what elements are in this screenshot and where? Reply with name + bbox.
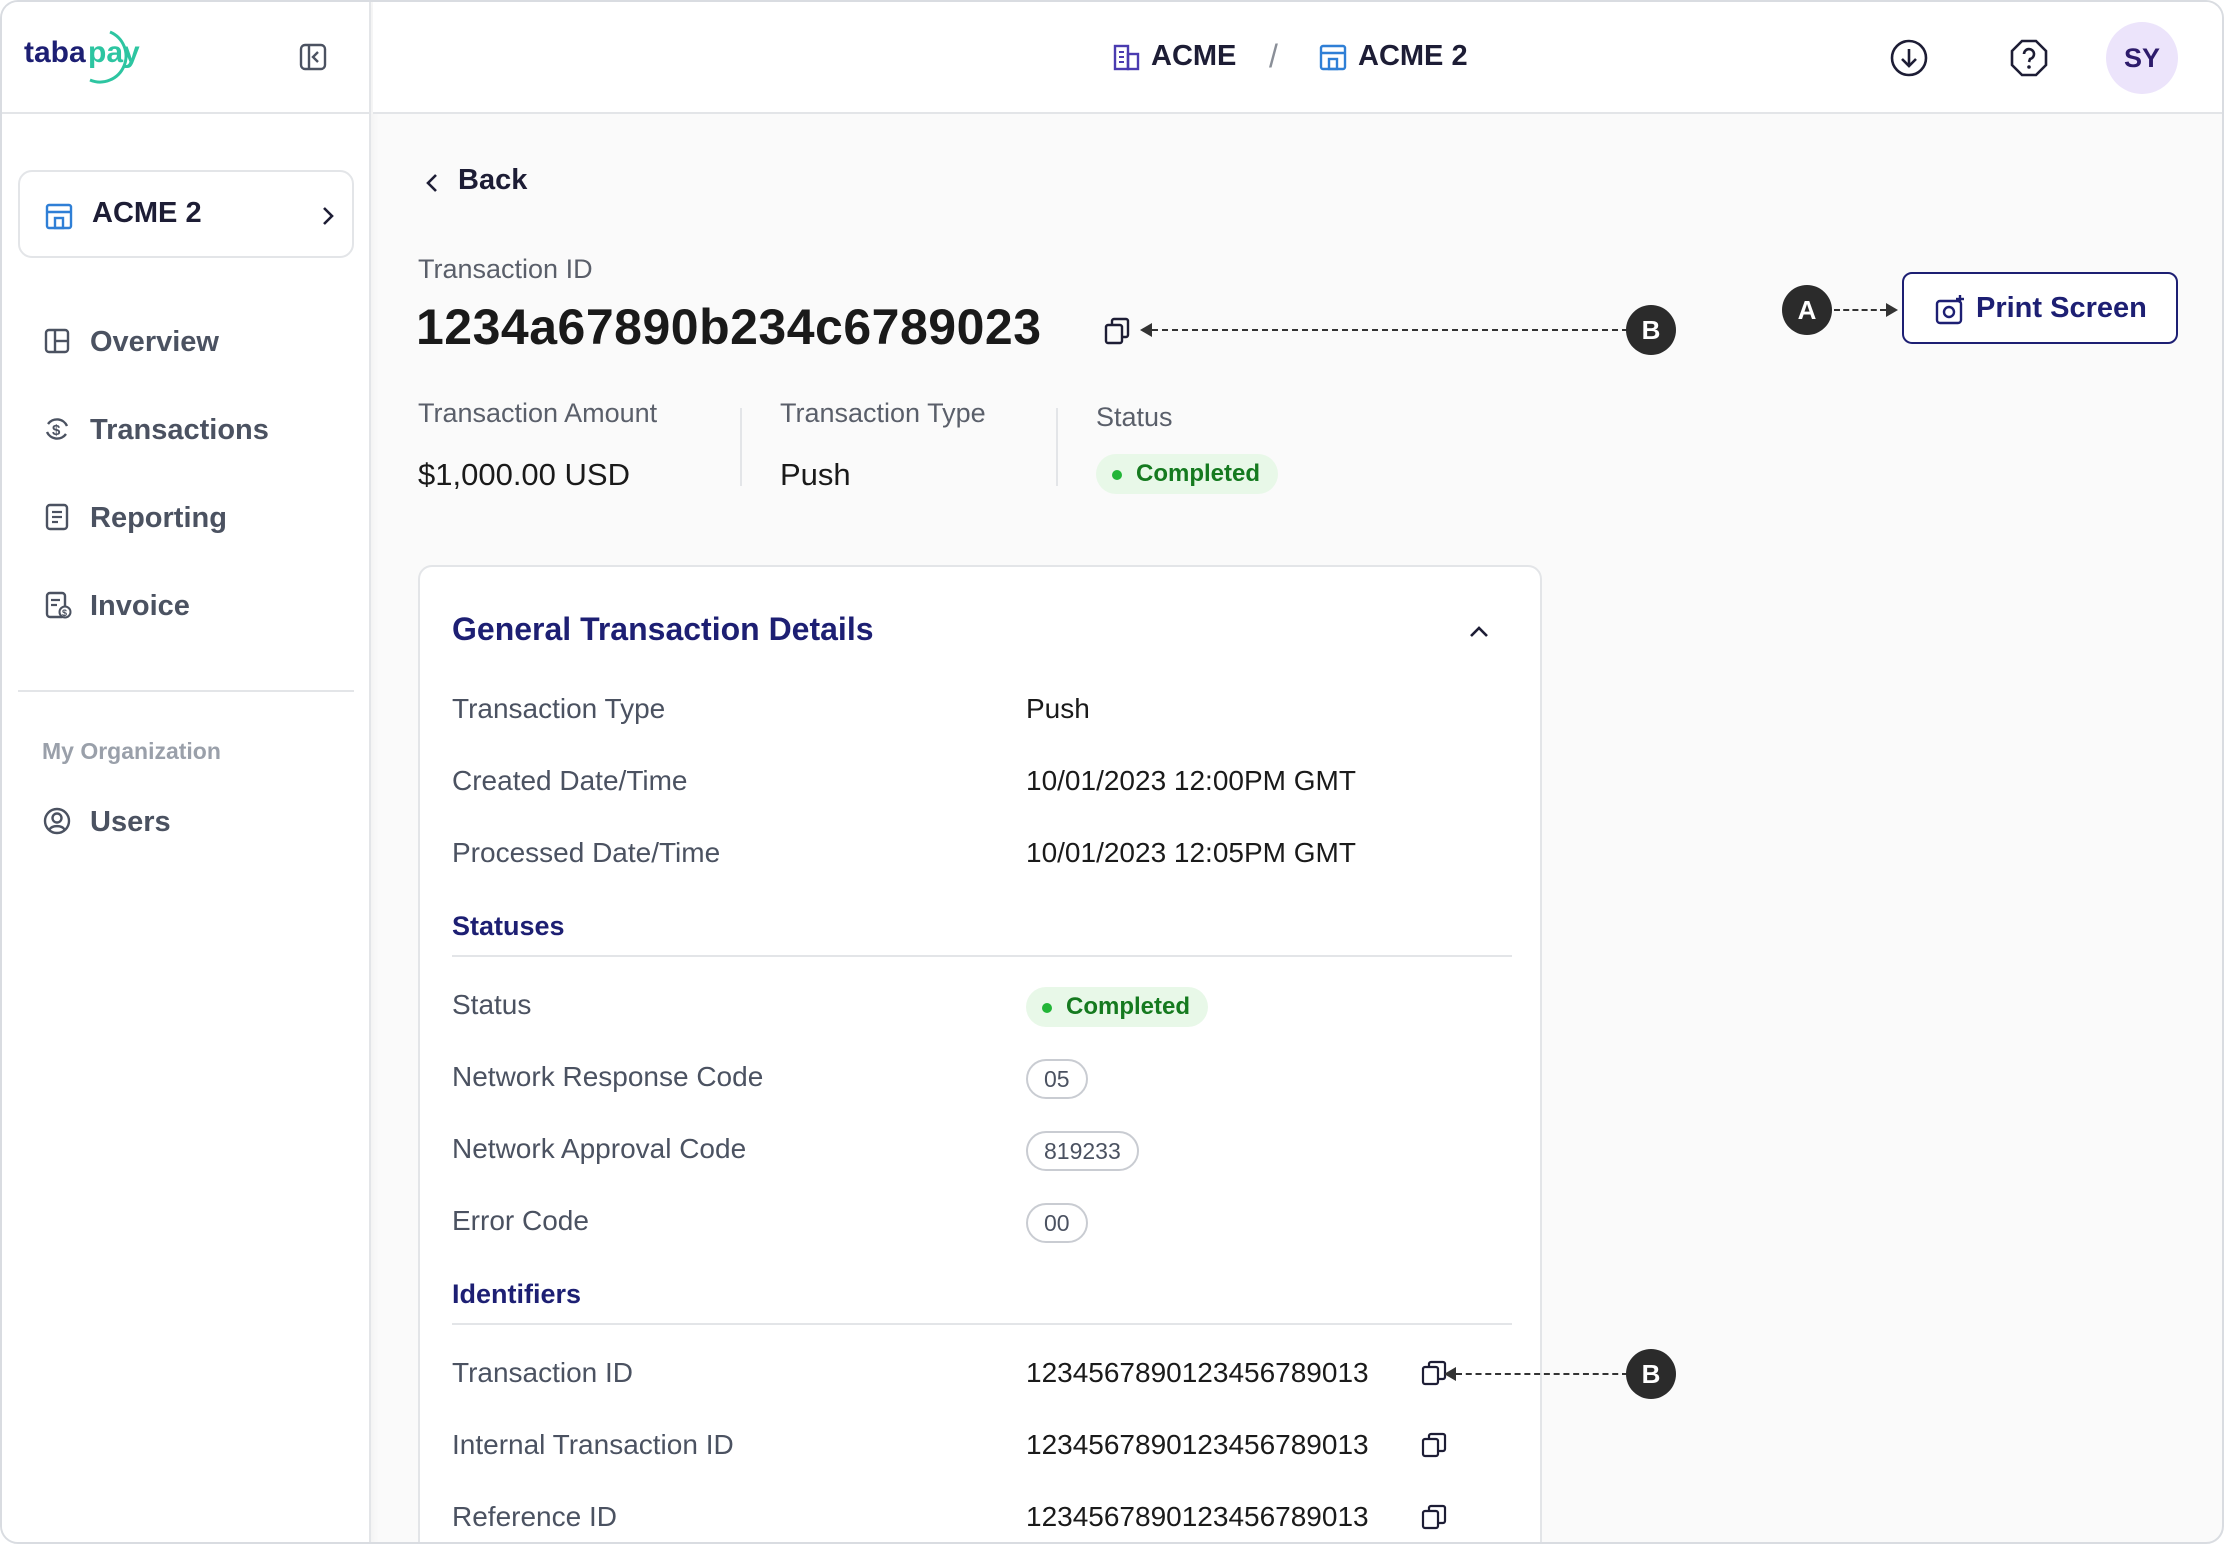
amount-label: Transaction Amount bbox=[418, 398, 658, 428]
building-icon bbox=[1113, 44, 1140, 71]
detail-label: Error Code bbox=[452, 1205, 589, 1236]
detail-label: Created Date/Time bbox=[452, 765, 688, 796]
detail-label: Transaction Type bbox=[452, 693, 666, 724]
svg-text:$: $ bbox=[52, 422, 61, 439]
breadcrumb-acme-2[interactable]: ACME 2 bbox=[1318, 36, 1478, 78]
section-title-identifiers: Identifiers bbox=[452, 1279, 582, 1309]
chevron-right-icon bbox=[323, 207, 334, 225]
amount-value: $1,000.00 USD bbox=[418, 457, 630, 492]
detail-label: Internal Transaction ID bbox=[452, 1429, 734, 1460]
detail-label: Transaction ID bbox=[452, 1357, 634, 1388]
sidebar-item-transactions[interactable]: $ Transactions bbox=[38, 404, 338, 454]
back-label: Back bbox=[458, 164, 528, 196]
org-switcher[interactable]: ACME 2 bbox=[18, 170, 354, 258]
invoice-icon: $ bbox=[45, 591, 72, 619]
help-icon[interactable] bbox=[2009, 38, 2049, 78]
camera-plus-icon bbox=[1935, 295, 1964, 325]
status-badge: Completed bbox=[1026, 987, 1209, 1027]
overview-icon bbox=[44, 328, 70, 354]
type-value: Push bbox=[780, 457, 851, 492]
svg-text:taba: taba bbox=[24, 36, 86, 69]
code-pill: 819233 bbox=[1026, 1131, 1139, 1171]
download-icon[interactable] bbox=[1889, 38, 1929, 78]
print-screen-label: Print Screen bbox=[1976, 292, 2147, 324]
section-divider bbox=[452, 1323, 1512, 1325]
chevron-up-icon[interactable] bbox=[1466, 619, 1492, 645]
app-window: taba pay ACME 2 Overview $ Transactions … bbox=[0, 0, 2224, 1544]
print-screen-button[interactable]: Print Screen bbox=[1902, 272, 2178, 344]
section-divider bbox=[452, 955, 1512, 957]
annotation-line bbox=[1834, 309, 1886, 311]
code-pill: 00 bbox=[1026, 1203, 1088, 1243]
status-badge-text: Completed bbox=[1066, 993, 1191, 1020]
status-dot bbox=[1042, 1003, 1052, 1013]
chevron-left-icon bbox=[426, 174, 437, 192]
section-title-statuses: Statuses bbox=[452, 911, 565, 941]
top-header: ACME / ACME 2 SY bbox=[373, 2, 2222, 114]
annotation-arrowhead bbox=[1886, 303, 1898, 317]
breadcrumb-separator: / bbox=[1269, 38, 1278, 74]
sidebar-item-label: Reporting bbox=[90, 502, 227, 534]
detail-label: Network Approval Code bbox=[452, 1133, 747, 1164]
annotation-arrowhead bbox=[1444, 1367, 1456, 1381]
detail-label: Reference ID bbox=[452, 1501, 617, 1532]
sidebar-item-users[interactable]: Users bbox=[38, 796, 338, 846]
org-name: ACME 2 bbox=[92, 197, 202, 229]
breadcrumb-label: ACME bbox=[1151, 40, 1237, 72]
sidebar-item-overview[interactable]: Overview bbox=[38, 316, 338, 366]
annotation-arrowhead bbox=[1140, 323, 1152, 337]
general-transaction-details-card: General Transaction Details Transaction … bbox=[418, 565, 1542, 1542]
copy-icon[interactable] bbox=[1420, 1503, 1448, 1531]
user-icon bbox=[43, 807, 71, 835]
sidebar-item-reporting[interactable]: Reporting bbox=[38, 492, 338, 542]
annotation-line bbox=[1456, 1373, 1628, 1375]
tabapay-logo: taba pay bbox=[24, 30, 140, 84]
annotation-badge-a: A bbox=[1782, 285, 1832, 335]
detail-label: Status bbox=[452, 989, 532, 1020]
logo-row: taba pay bbox=[2, 2, 371, 114]
detail-label: Processed Date/Time bbox=[452, 837, 721, 868]
status-badge: Completed bbox=[1096, 454, 1279, 494]
collapse-sidebar-icon[interactable] bbox=[298, 42, 328, 72]
sidebar-item-invoice[interactable]: $ Invoice bbox=[38, 580, 338, 630]
detail-value: 1234567890123456789013 bbox=[1026, 1501, 1369, 1532]
detail-value: Push bbox=[1026, 693, 1090, 724]
annotation-badge-b: B bbox=[1626, 1349, 1676, 1399]
sidebar-item-label: Invoice bbox=[90, 590, 190, 622]
detail-value: 1234567890123456789013 bbox=[1026, 1429, 1369, 1460]
summary-divider bbox=[740, 408, 742, 486]
store-icon bbox=[45, 203, 73, 230]
detail-label: Network Response Code bbox=[452, 1061, 764, 1092]
breadcrumb-label: ACME 2 bbox=[1358, 40, 1468, 72]
reporting-icon bbox=[45, 503, 69, 531]
sidebar-item-label: Transactions bbox=[90, 414, 269, 446]
transactions-icon: $ bbox=[45, 418, 69, 440]
status-dot bbox=[1112, 470, 1122, 480]
store-icon bbox=[1319, 44, 1347, 71]
sidebar: taba pay ACME 2 Overview $ Transactions … bbox=[2, 2, 371, 1542]
sidebar-divider bbox=[18, 690, 354, 692]
card-title: General Transaction Details bbox=[452, 611, 874, 647]
annotation-line bbox=[1152, 329, 1628, 331]
sidebar-item-label: Overview bbox=[90, 326, 219, 358]
annotation-badge-b: B bbox=[1626, 305, 1676, 355]
detail-value: 1234567890123456789013 bbox=[1026, 1357, 1369, 1388]
summary-divider bbox=[1056, 408, 1058, 486]
type-label: Transaction Type bbox=[780, 398, 986, 428]
status-badge-text: Completed bbox=[1136, 460, 1261, 487]
sidebar-section-label: My Organization bbox=[42, 738, 221, 764]
sidebar-item-label: Users bbox=[90, 806, 171, 838]
transaction-id-value: 1234a67890b234c6789023 bbox=[416, 299, 1042, 355]
breadcrumb-acme[interactable]: ACME bbox=[1111, 36, 1251, 78]
avatar[interactable]: SY bbox=[2106, 22, 2178, 94]
transaction-id-label: Transaction ID bbox=[418, 254, 593, 284]
copy-icon[interactable] bbox=[1420, 1431, 1448, 1459]
svg-text:$: $ bbox=[62, 608, 67, 618]
status-label: Status bbox=[1096, 402, 1173, 432]
code-pill: 05 bbox=[1026, 1059, 1088, 1099]
detail-value: 10/01/2023 12:00PM GMT bbox=[1026, 765, 1356, 796]
copy-icon[interactable] bbox=[1102, 316, 1132, 346]
detail-value: 10/01/2023 12:05PM GMT bbox=[1026, 837, 1356, 868]
svg-text:pay: pay bbox=[88, 36, 140, 69]
